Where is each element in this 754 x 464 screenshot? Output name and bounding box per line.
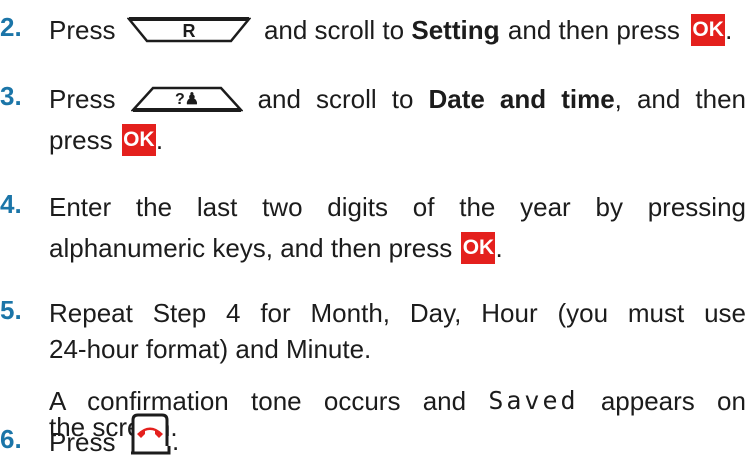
- softkey-r-icon: R: [126, 17, 251, 43]
- step-3-line-1: Press ?♟ and scroll to Date and time, an…: [49, 79, 746, 115]
- phonebook-key-icon: ?♟: [130, 86, 243, 113]
- step-text: Press: [49, 15, 116, 46]
- step-text: Repeat Step 4 for Month, Day, Hour (you …: [49, 298, 746, 329]
- step-text: .: [155, 125, 164, 156]
- step-6: 6. Press .: [0, 413, 754, 460]
- step-text: .: [172, 426, 180, 456]
- step-number: 2.: [0, 12, 22, 42]
- step-3: 3. Press ?♟ and scroll to Date and time,…: [0, 79, 754, 161]
- step-text: , and then press: [493, 15, 680, 46]
- step-2: 2. Press R and scroll to Setting, and th…: [0, 10, 754, 50]
- step-number: 4.: [0, 189, 22, 219]
- step-5: 5. Repeat Step 4 for Month, Day, Hour (y…: [0, 293, 754, 441]
- step-5-line-1: Repeat Step 4 for Month, Day, Hour (you …: [49, 293, 746, 329]
- step-text: appears on: [600, 386, 746, 417]
- ok-key-icon: OK: [691, 14, 726, 47]
- step-text: 24-hour format) and Minute.: [49, 334, 372, 365]
- step-text: .: [725, 15, 733, 46]
- step-2-line-1: Press R and scroll to Setting, and then …: [49, 10, 733, 47]
- step-text: .: [495, 233, 503, 264]
- step-4-line-1: Enter the last two digits of the year by…: [49, 187, 746, 223]
- ok-key-icon: OK: [461, 232, 496, 265]
- step-text: Enter the last two digits of the year by…: [49, 192, 746, 223]
- step-6-line-1: Press: [49, 422, 115, 458]
- end-call-key-icon: [131, 413, 171, 455]
- step-text: and scroll to: [263, 15, 405, 46]
- ok-key-icon: OK: [121, 124, 156, 157]
- step-text: Press: [49, 84, 116, 115]
- step-text: Press: [49, 427, 116, 458]
- step-3-line-2: press OK.: [49, 120, 164, 157]
- step-4: 4. Enter the last two digits of the year…: [0, 187, 754, 269]
- step-number: 5.: [0, 295, 22, 325]
- step-number: 6.: [0, 424, 22, 454]
- step-text: and scroll to: [257, 84, 414, 115]
- step-4-line-2: alphanumeric keys, and then press OK.: [49, 228, 503, 265]
- phonebook-key-label: ?♟: [174, 91, 198, 108]
- step-5-line-2: 24-hour format) and Minute.: [49, 329, 371, 365]
- step-number: 3.: [0, 81, 22, 111]
- menu-item-date-and-time: Date and time: [428, 84, 615, 115]
- softkey-r-label: R: [182, 21, 195, 41]
- step-text: alphanumeric keys, and then press: [49, 233, 453, 264]
- step-text: , and then: [614, 84, 746, 115]
- menu-item-setting: Setting: [411, 15, 500, 46]
- step-text: press: [49, 125, 113, 156]
- lcd-saved-text: Saved: [488, 386, 579, 416]
